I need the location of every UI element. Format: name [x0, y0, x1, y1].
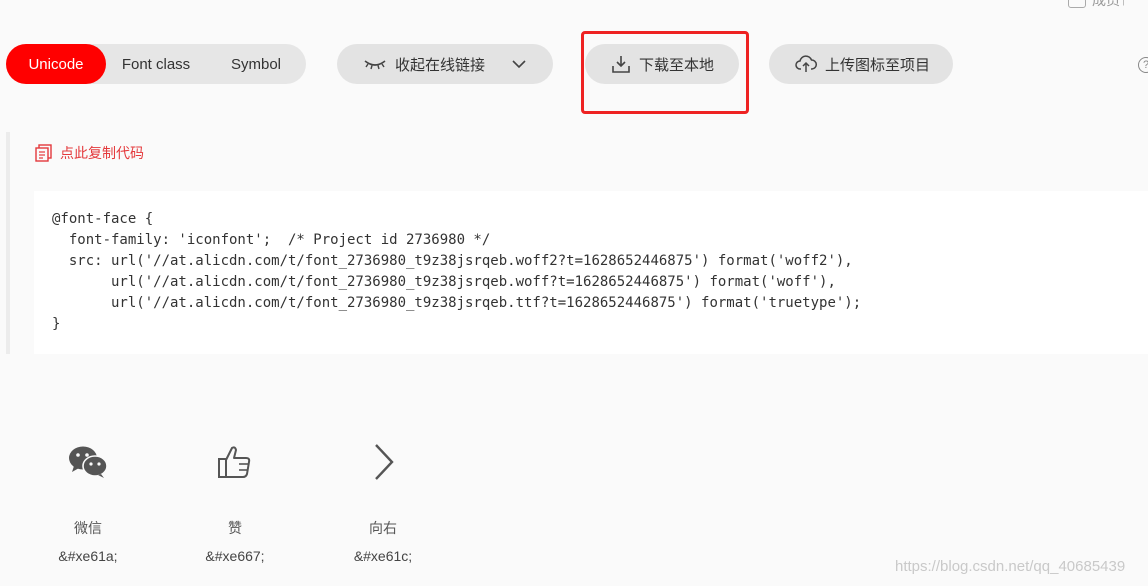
icon-code: &#xe667; [205, 548, 265, 564]
format-tabs: Unicode Font class Symbol [6, 44, 306, 84]
user-menu[interactable]: 成员↑ [1068, 0, 1127, 10]
eye-closed-icon [364, 60, 386, 70]
help-icon[interactable]: ? [1138, 57, 1148, 73]
tab-symbol[interactable]: Symbol [206, 44, 306, 84]
icon-card-like[interactable]: 赞 &#xe667; [185, 436, 285, 564]
collapse-online-link-label: 收起在线链接 [395, 56, 486, 74]
upload-to-project-button[interactable]: 上传图标至项目 [769, 44, 953, 84]
watermark: https://blog.csdn.net/qq_40685439 [895, 558, 1126, 575]
cloud-upload-icon [795, 55, 817, 72]
code-line: font-family: 'iconfont'; /* Project id 2… [52, 232, 491, 248]
download-local-button[interactable]: 下载至本地 [585, 44, 739, 84]
tab-unicode[interactable]: Unicode [6, 44, 106, 84]
copy-code-link[interactable]: 点此复制代码 [34, 143, 144, 163]
code-line: url('//at.alicdn.com/t/font_2736980_t9z3… [52, 274, 836, 290]
code-line: } [52, 316, 61, 332]
user-menu-label: 成员↑ [1092, 0, 1127, 8]
icon-card-wechat[interactable]: 微信 &#xe61a; [38, 436, 138, 564]
wechat-icon [69, 446, 108, 478]
icon-code: &#xe61a; [58, 548, 118, 564]
tab-font-class[interactable]: Font class [106, 44, 206, 84]
icon-code: &#xe61c; [353, 548, 413, 564]
chevron-right-icon [375, 444, 394, 480]
code-block: @font-face { font-family: 'iconfont'; /*… [34, 191, 1148, 354]
upload-to-project-label: 上传图标至项目 [825, 56, 931, 74]
code-line: src: url('//at.alicdn.com/t/font_2736980… [52, 253, 853, 269]
chevron-down-icon [512, 60, 526, 69]
collapse-online-link-button[interactable]: 收起在线链接 [337, 44, 553, 84]
download-icon [612, 56, 630, 73]
thumbs-up-icon [218, 446, 251, 478]
user-icon [1068, 0, 1086, 8]
code-line: @font-face { [52, 211, 154, 227]
icon-name: 向右 [369, 520, 397, 536]
download-local-label: 下载至本地 [639, 56, 715, 74]
icon-name: 赞 [228, 520, 242, 536]
code-panel-divider [6, 132, 10, 354]
copy-icon [35, 144, 52, 162]
icon-card-right[interactable]: 向右 &#xe61c; [333, 436, 433, 564]
icon-name: 微信 [74, 520, 102, 536]
copy-code-label: 点此复制代码 [60, 145, 144, 161]
code-line: url('//at.alicdn.com/t/font_2736980_t9z3… [52, 295, 862, 311]
